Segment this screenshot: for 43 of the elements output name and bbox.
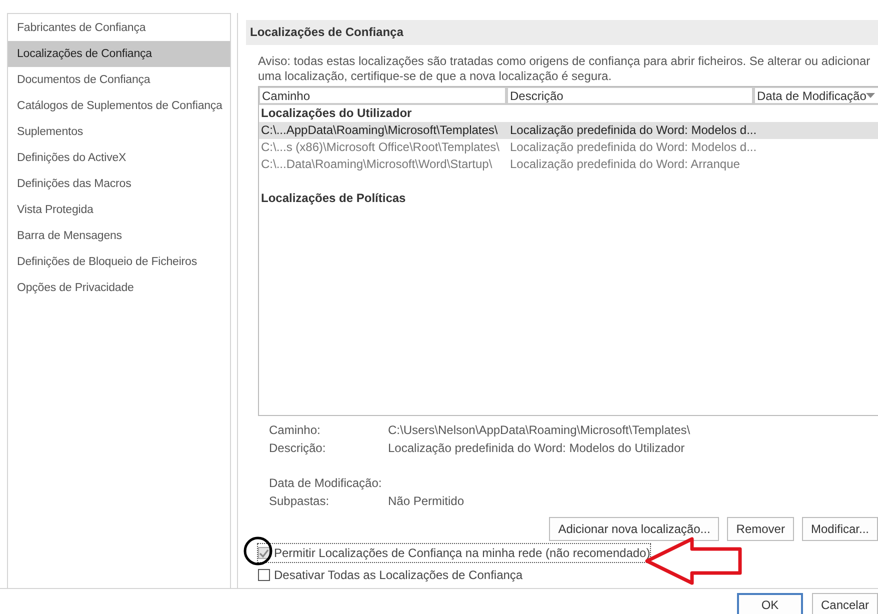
detail-value: Não Permitido (388, 493, 464, 510)
warning-text: Aviso: todas estas localizações são tratadas como origens de confiança para abrir ficheiros. Se alterar ou adicionar uma localização, certifique-se de que a nova localização é segura. (258, 54, 872, 84)
detail-label: Data de Modificação: (269, 475, 383, 492)
sidebar-item[interactable]: Barra de Mensagens (8, 223, 230, 249)
dialog-button[interactable]: Cancelar (812, 593, 878, 614)
sidebar-item[interactable]: Documentos de Confiança (8, 67, 230, 93)
checkbox-option[interactable]: Desativar Todas as Localizações de Confiança (258, 566, 523, 584)
path-cell-text: C:\...s (x86)\Microsoft Office\Root\Templates\ (260, 139, 501, 156)
sidebar-item[interactable]: Vista Protegida (8, 197, 230, 223)
path-cell-text: C:\...Data\Roaming\Microsoft\Word\Startup\ (260, 156, 494, 173)
section-header: Localizações de Confiança (246, 20, 878, 45)
detail-value: C:\Users\Nelson\AppData\Roaming\Microsoft\Templates\ (388, 422, 690, 439)
group-header: Localizações de Políticas (260, 190, 407, 207)
description-cell-text: Localização predefinida do Word: Modelos d... (509, 139, 754, 156)
group-header: Localizações do Utilizador (260, 105, 413, 122)
sidebar-item[interactable]: Fabricantes de Confiança (8, 15, 230, 41)
sidebar-item[interactable]: Definições das Macros (8, 171, 230, 197)
checkbox[interactable] (258, 569, 270, 581)
sidebar-item[interactable]: Localizações de Confiança (8, 41, 230, 67)
sidebar-item[interactable]: Opções de Privacidade (8, 275, 230, 301)
table-row[interactable]: C:\...AppData\Roaming\Microsoft\Templates\ Localização predefinida do Word: Modelos d... (259, 122, 878, 139)
column-header[interactable]: Caminho (259, 87, 507, 105)
action-button[interactable]: Remover (727, 517, 794, 541)
detail-label: Caminho: (269, 422, 322, 439)
detail-value: Localização predefinida do Word: Modelos do Utilizador (388, 440, 685, 457)
sidebar-item[interactable]: Suplementos (8, 119, 230, 145)
sidebar-item[interactable]: Definições de Bloqueio de Ficheiros (8, 249, 230, 275)
detail-label: Subpastas: (269, 493, 330, 510)
action-button[interactable]: Modificar... (802, 517, 878, 541)
description-cell-text: Localização predefinida do Word: Modelos d... (509, 122, 754, 139)
column-header[interactable]: Descrição (507, 87, 754, 105)
dialog-button[interactable]: OK (737, 593, 803, 614)
description-cell-text: Localização predefinida do Word: Arranque (509, 156, 741, 173)
path-cell-text: C:\...AppData\Roaming\Microsoft\Templates\ (260, 122, 499, 139)
sidebar-item[interactable]: Catálogos de Suplementos de Confiança (8, 93, 230, 119)
table-row[interactable]: C:\...s (x86)\Microsoft Office\Root\Templates\ Localização predefinida do Word: Modelos d... (259, 139, 878, 156)
sidebar-item[interactable]: Definições do ActiveX (8, 145, 230, 171)
action-button[interactable]: Adicionar nova localização... (549, 517, 720, 541)
sort-icon (866, 93, 876, 98)
table-row[interactable]: C:\...Data\Roaming\Microsoft\Word\Startup\ Localização predefinida do Word: Arranque (259, 156, 878, 173)
detail-label: Descrição: (269, 440, 327, 457)
circle-annotation-drawing (243, 536, 273, 566)
column-header[interactable]: Data de Modificação (754, 87, 878, 105)
